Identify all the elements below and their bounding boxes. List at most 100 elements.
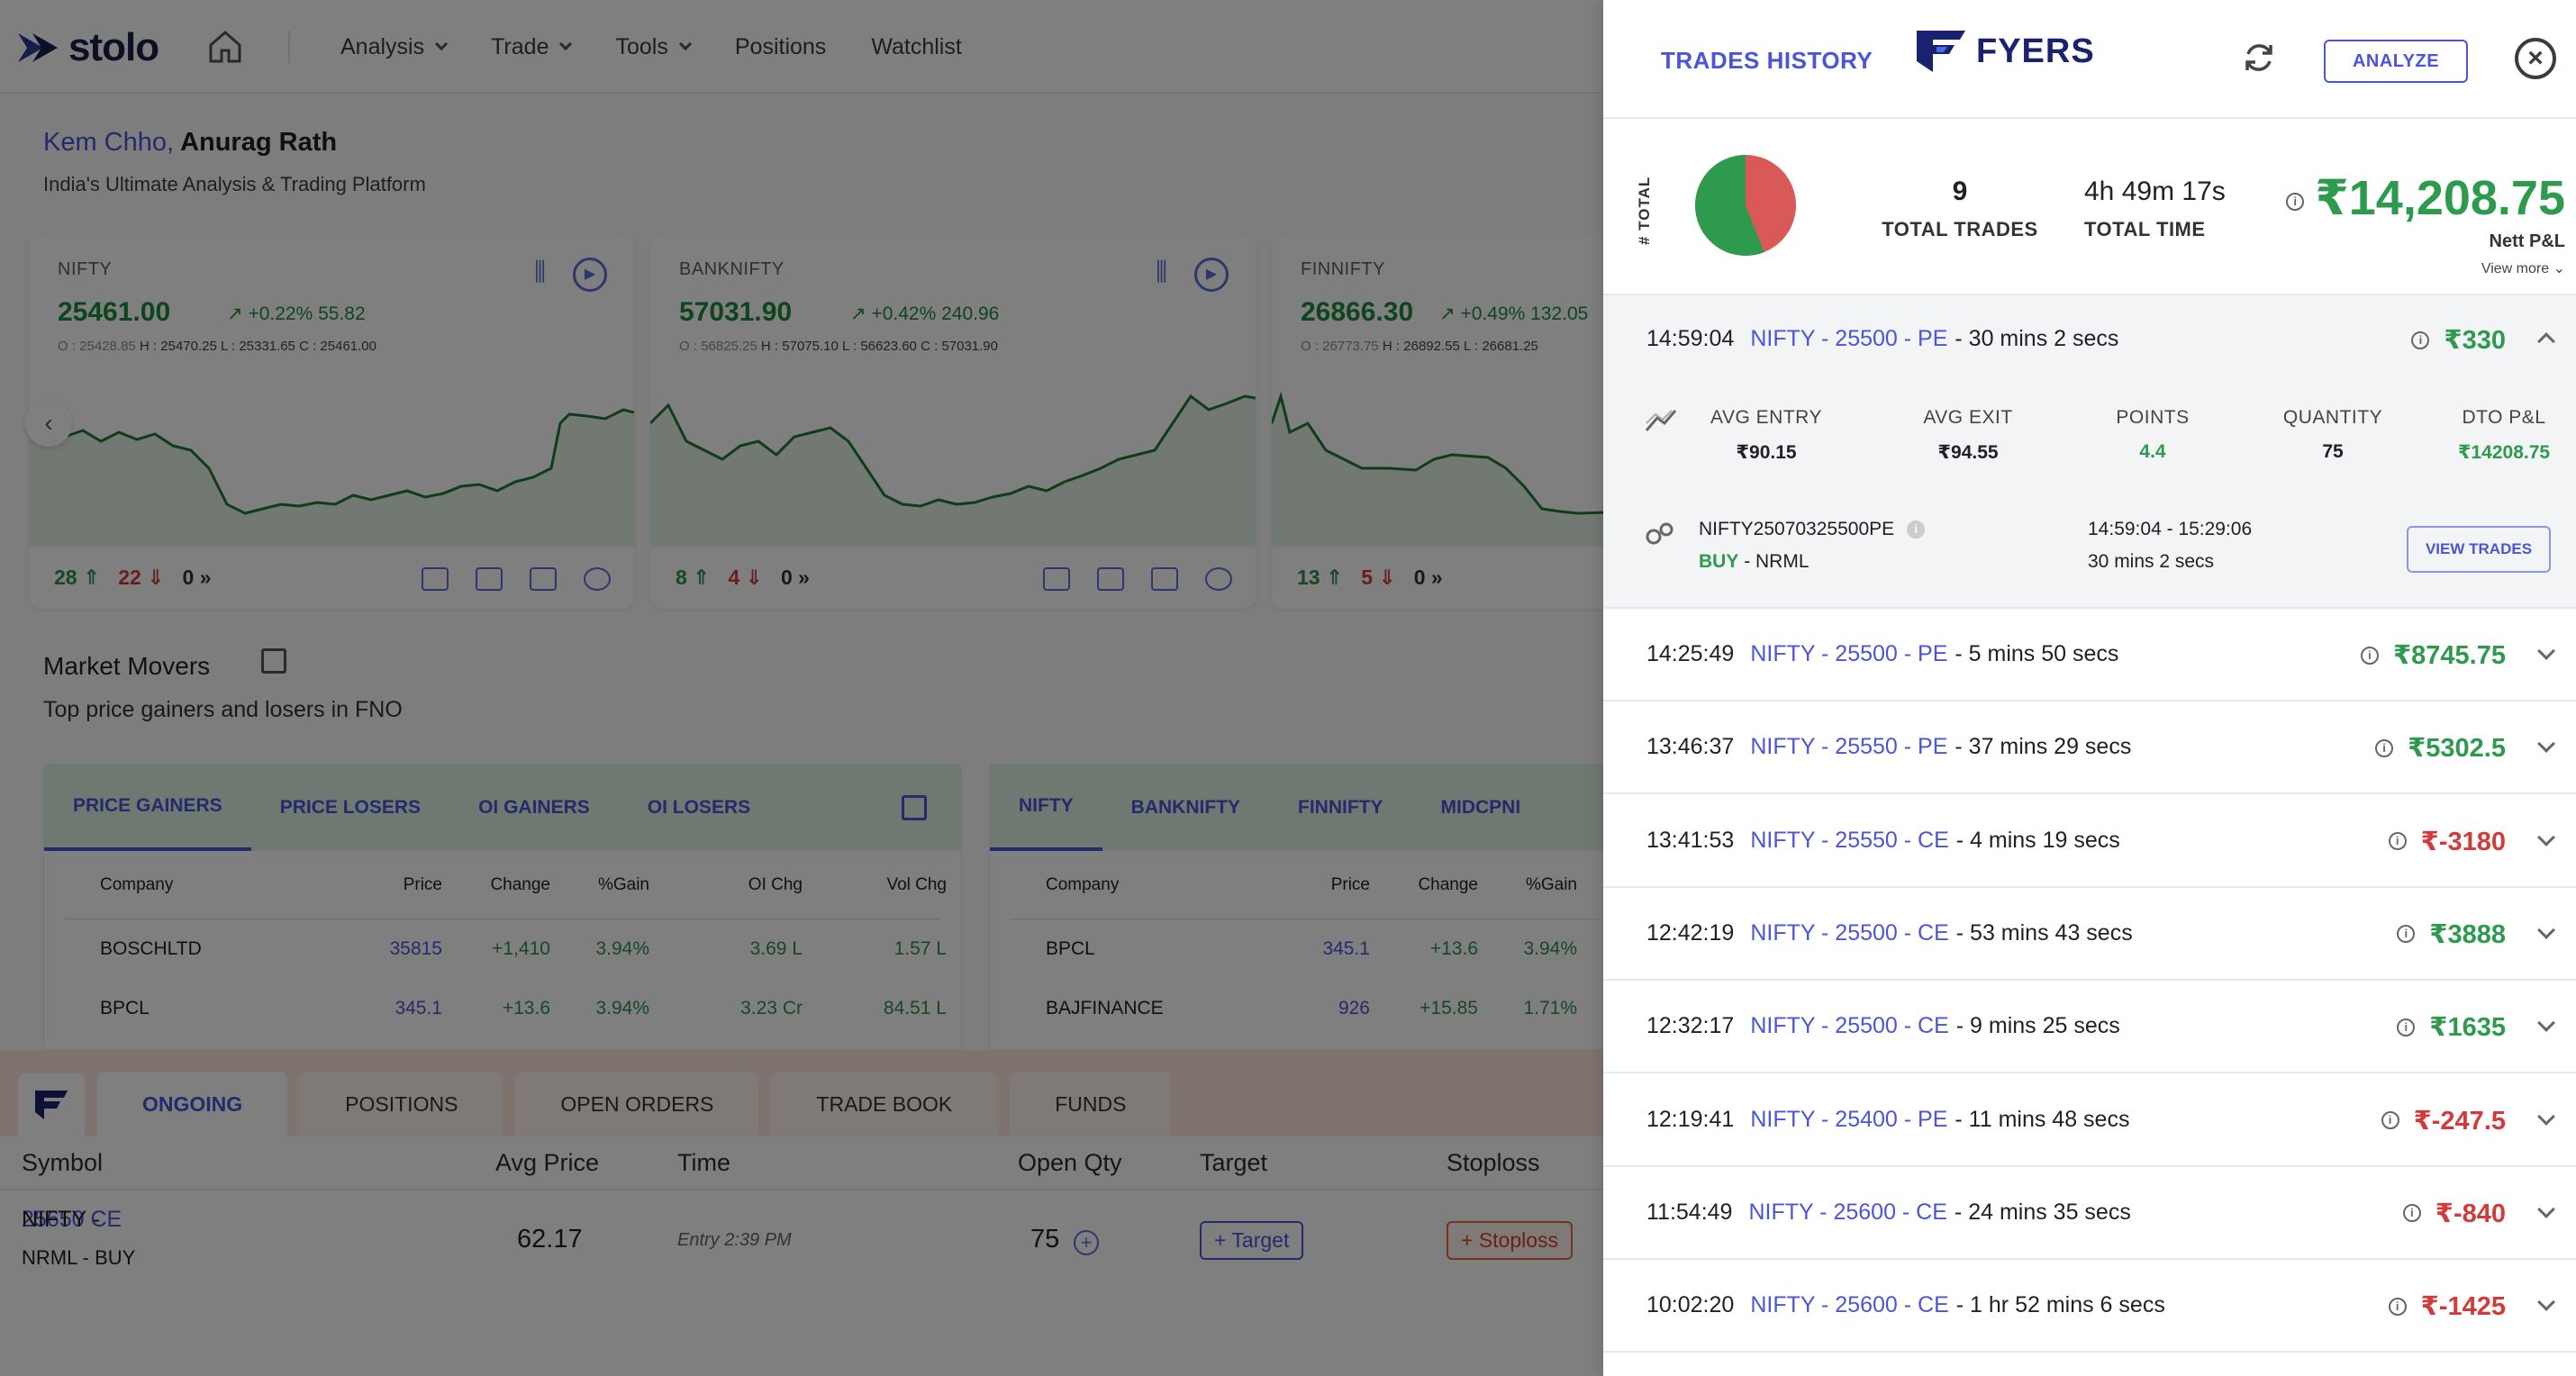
candles-icon[interactable]: ⫼ bbox=[1156, 258, 1167, 292]
ohlc-high: 26892.55 bbox=[1403, 339, 1460, 354]
trade-line: 14:59:04 NIFTY - 25500 - PE - 30 mins 2 … bbox=[1646, 326, 2118, 352]
info-icon[interactable]: i bbox=[2375, 738, 2394, 757]
advance-decline: 13 ⇑ 5 ⇓ 0 » bbox=[1297, 566, 1443, 590]
total-trades-label: TOTAL TRADES bbox=[1882, 218, 2038, 240]
avg-entry-value: ₹90.15 bbox=[1736, 442, 1797, 463]
tab-nifty[interactable]: NIFTY bbox=[990, 765, 1102, 851]
info-icon[interactable]: i bbox=[2286, 192, 2305, 211]
index-card-banknifty[interactable]: BANKNIFTY 57031.90 ↗ +0.42% 240.96 O : 5… bbox=[650, 234, 1256, 609]
tab-open-orders[interactable]: OPEN ORDERS bbox=[515, 1072, 759, 1136]
tab-oi-gainers[interactable]: OI GAINERS bbox=[449, 765, 619, 851]
info-icon[interactable]: i bbox=[2411, 330, 2430, 349]
play-icon[interactable]: ▶ bbox=[1194, 258, 1229, 292]
table-icon[interactable] bbox=[1097, 567, 1124, 591]
nav-analysis[interactable]: Analysis bbox=[340, 34, 449, 60]
chevron-down-icon[interactable] bbox=[2537, 828, 2555, 846]
nav-watchlist[interactable]: Watchlist bbox=[871, 34, 961, 60]
table-row[interactable]: BPCL 345.1 +13.6 3.94% bbox=[1010, 919, 1599, 979]
copy-icon[interactable] bbox=[530, 567, 557, 591]
chevron-down-icon[interactable] bbox=[2537, 1293, 2555, 1311]
chevron-down-icon[interactable] bbox=[2537, 642, 2555, 660]
trade-pnl: i ₹3888 bbox=[2397, 919, 2506, 950]
tab-ongoing[interactable]: ONGOING bbox=[97, 1072, 288, 1136]
tab-finnifty[interactable]: FINNIFTY bbox=[1269, 765, 1412, 851]
total-label: # TOTAL bbox=[1636, 176, 1653, 245]
trade-line: 12:19:41 NIFTY - 25400 - PE - 11 mins 48 s… bbox=[1646, 1107, 2129, 1133]
trade-pnl: i ₹-840 bbox=[2402, 1198, 2506, 1229]
oi-chg: 3.23 Cr bbox=[740, 998, 803, 1018]
tab-price-gainers[interactable]: PRICE GAINERS bbox=[44, 765, 251, 851]
trade-row[interactable]: 13:46:37 NIFTY - 25550 - PE - 37 mins 29 s… bbox=[1603, 702, 2576, 795]
info-icon[interactable]: i bbox=[2397, 925, 2416, 944]
info-icon[interactable]: i bbox=[1907, 521, 1926, 539]
trade-row[interactable]: 12:32:17 NIFTY - 25500 - CE - 9 mins 25 se… bbox=[1603, 981, 2576, 1074]
view-more-link[interactable]: View more ⌄ bbox=[2286, 259, 2565, 277]
play-icon[interactable]: ▶ bbox=[573, 258, 607, 292]
home-icon[interactable] bbox=[205, 27, 245, 67]
tab-positions[interactable]: POSITIONS bbox=[300, 1072, 503, 1136]
close-icon[interactable]: × bbox=[2515, 38, 2556, 79]
info-icon[interactable]: i bbox=[2402, 1204, 2421, 1223]
trade-row[interactable]: 10:02:20 NIFTY - 25600 - CE - 1 hr 52 mins… bbox=[1603, 1260, 2576, 1353]
info-icon[interactable]: i bbox=[2388, 1297, 2407, 1316]
tab-oi-losers[interactable]: OI LOSERS bbox=[619, 765, 779, 851]
table-row[interactable]: BAJFINANCE 926 +15.85 1.71% bbox=[1010, 979, 1599, 1038]
clock-icon[interactable] bbox=[1205, 567, 1232, 591]
chart-icon[interactable] bbox=[422, 567, 449, 591]
trade-row[interactable]: 11:54:49 NIFTY - 25600 - CE - 24 mins 35 s… bbox=[1603, 1167, 2576, 1260]
add-qty-icon[interactable]: + bbox=[1074, 1230, 1099, 1255]
ohlc-low: 56623.60 bbox=[860, 339, 917, 354]
chevron-up-icon[interactable] bbox=[2537, 332, 2555, 350]
tab-trade-book[interactable]: TRADE BOOK bbox=[771, 1072, 998, 1136]
chevron-down-icon[interactable] bbox=[2537, 1014, 2555, 1033]
tab-banknifty[interactable]: BANKNIFTY bbox=[1102, 765, 1269, 851]
clock-icon[interactable] bbox=[584, 567, 611, 591]
trade-row[interactable]: 12:42:19 NIFTY - 25500 - CE - 53 mins 43 s… bbox=[1603, 888, 2576, 981]
tab-price-losers[interactable]: PRICE LOSERS bbox=[251, 765, 449, 851]
info-icon[interactable]: i bbox=[2388, 832, 2407, 851]
tab-midcpnifty[interactable]: MIDCPNI bbox=[1412, 765, 1550, 851]
index-card-nifty[interactable]: NIFTY 25461.00 ↗ +0.22% 55.82 O : 25428.… bbox=[29, 234, 634, 609]
stolo-logo-icon bbox=[18, 33, 58, 62]
chevron-down-icon[interactable] bbox=[2537, 735, 2555, 754]
stolo-logo[interactable]: stolo bbox=[16, 25, 159, 70]
position-row[interactable]: NIFTY - 25650 CE NRML - BUY 62.17 Entry … bbox=[0, 1190, 1603, 1290]
nav-trade[interactable]: Trade bbox=[491, 34, 573, 60]
chevron-down-icon[interactable] bbox=[2537, 1107, 2555, 1126]
info-icon[interactable]: i bbox=[2381, 1111, 2399, 1129]
info-icon[interactable]: i bbox=[2397, 1018, 2416, 1037]
index-table-header: Company Price Change %Gain bbox=[1010, 851, 1599, 919]
index-card-finnifty[interactable]: FINNIFTY 26866.30 ↗ +0.49% 132.05 O : 26… bbox=[1272, 234, 1603, 609]
refresh-icon[interactable] bbox=[2241, 40, 2277, 76]
tab-funds[interactable]: FUNDS bbox=[1010, 1072, 1172, 1136]
chevron-down-icon[interactable] bbox=[2537, 1199, 2555, 1218]
quantity-label: QUANTITY bbox=[2282, 407, 2383, 428]
carousel-prev-button[interactable]: ‹ bbox=[25, 400, 72, 447]
points-value: 4.4 bbox=[2139, 441, 2166, 462]
analyze-button[interactable]: ANALYZE bbox=[2324, 40, 2468, 83]
candles-icon[interactable]: ⫼ bbox=[534, 258, 546, 292]
fyers-logo-icon[interactable] bbox=[18, 1073, 85, 1136]
trade-time: 12:32:17 bbox=[1646, 1013, 1735, 1039]
trade-row[interactable]: 12:19:41 NIFTY - 25400 - PE - 11 mins 48 s… bbox=[1603, 1074, 2576, 1167]
table-row[interactable]: BOSCHLTD 35815 +1,410 3.94% 3.69 L 1.57 … bbox=[64, 919, 947, 979]
trade-row[interactable]: 14:25:49 NIFTY - 25500 - PE - 5 mins 50 se… bbox=[1603, 609, 2576, 702]
chevron-down-icon[interactable] bbox=[2537, 920, 2555, 939]
external-link-icon[interactable] bbox=[261, 648, 286, 674]
copy-icon[interactable] bbox=[1151, 567, 1178, 591]
external-link-icon[interactable] bbox=[902, 795, 927, 820]
nav-tools[interactable]: Tools bbox=[615, 34, 692, 60]
change: +1,410 bbox=[492, 938, 550, 959]
view-trades-button[interactable]: VIEW TRADES bbox=[2407, 526, 2551, 573]
chart-icon[interactable] bbox=[1043, 567, 1070, 591]
info-icon[interactable]: i bbox=[2360, 646, 2379, 665]
table-icon[interactable] bbox=[476, 567, 503, 591]
add-stoploss-button[interactable]: + Stoploss bbox=[1447, 1221, 1574, 1260]
advances-count: 8 ⇑ bbox=[676, 566, 711, 589]
advances-count: 13 ⇑ bbox=[1297, 566, 1344, 589]
trade-row[interactable]: 13:41:53 NIFTY - 25550 - CE - 4 mins 19 se… bbox=[1603, 795, 2576, 888]
avg-exit-value: ₹94.55 bbox=[1937, 442, 1999, 463]
table-row[interactable]: BPCL 345.1 +13.6 3.94% 3.23 Cr 84.51 L bbox=[64, 979, 947, 1038]
nav-positions[interactable]: Positions bbox=[735, 34, 826, 60]
add-target-button[interactable]: + Target bbox=[1200, 1221, 1304, 1260]
